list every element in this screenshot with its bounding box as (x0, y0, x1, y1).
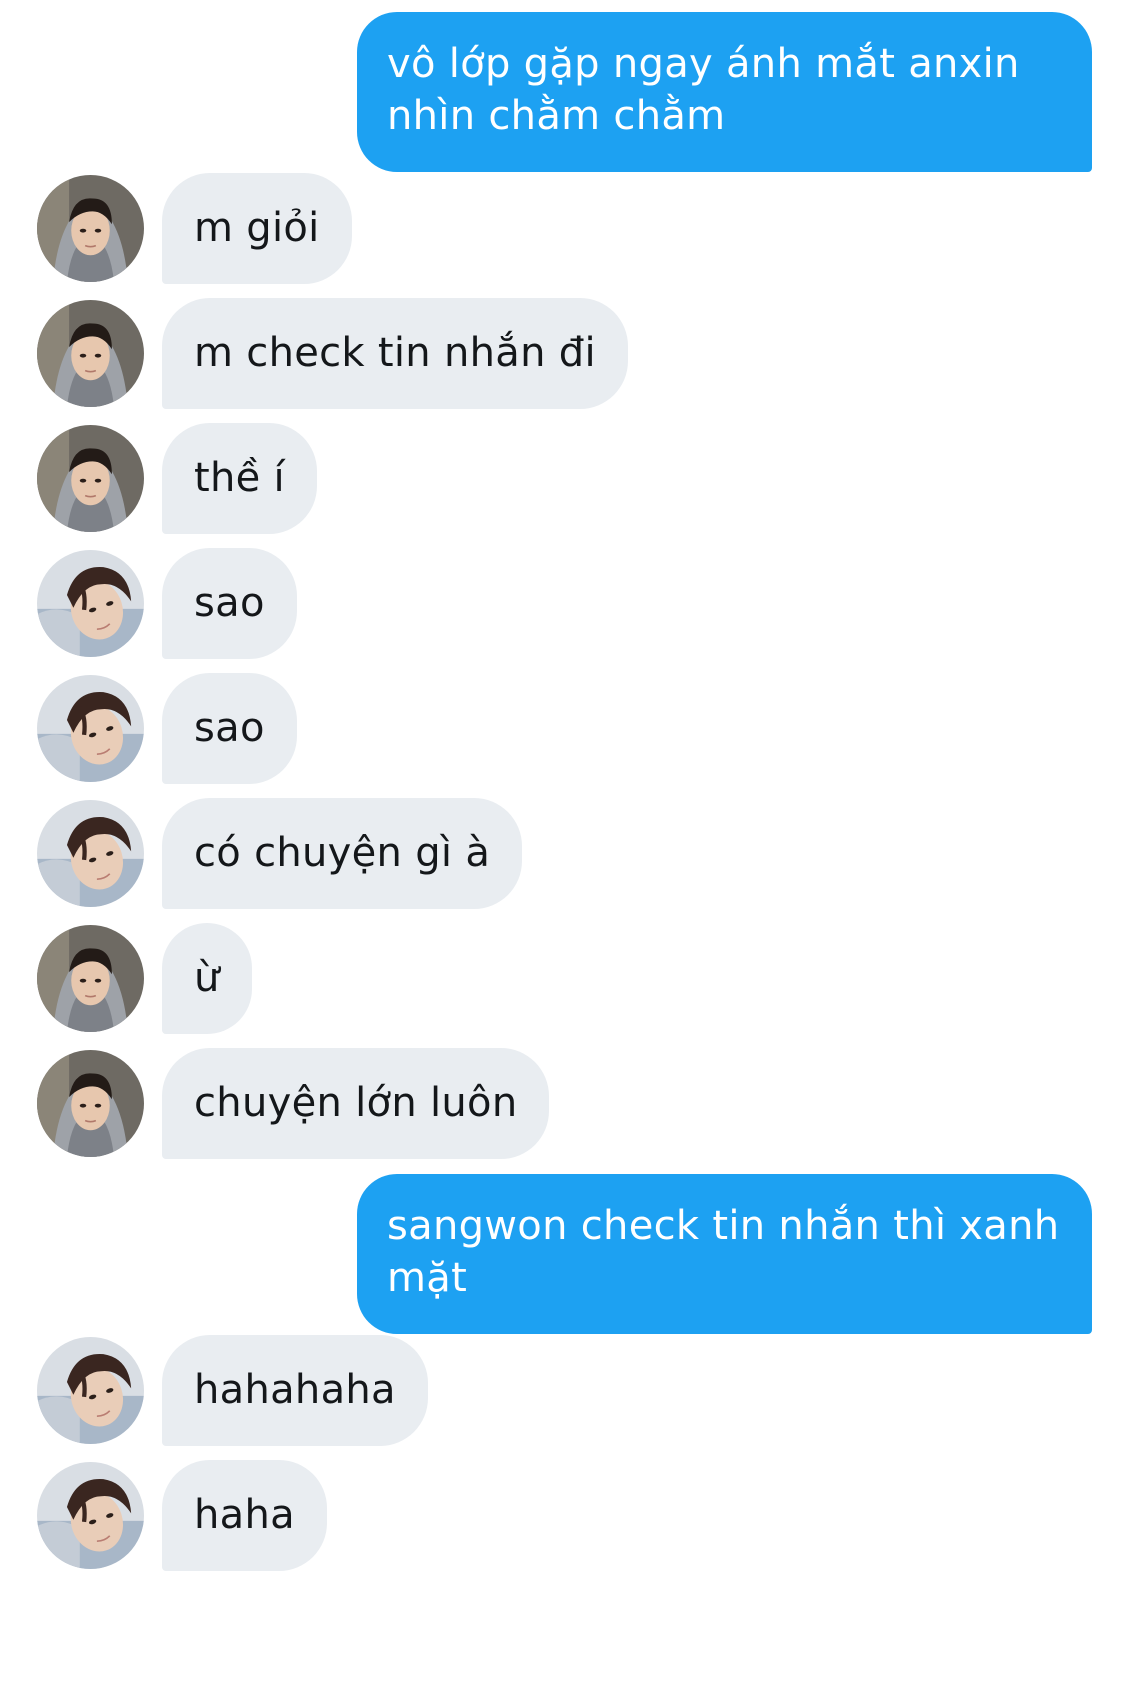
message-bubble[interactable]: ừ (162, 923, 252, 1034)
message-incoming: sao (0, 548, 1125, 659)
user-avatar-selfie-icon (37, 1462, 144, 1569)
avatar[interactable] (37, 800, 144, 907)
message-bubble[interactable]: m giỏi (162, 173, 352, 284)
message-bubble[interactable]: có chuyện gì à (162, 798, 523, 909)
message-outgoing: sangwon check tin nhắn thì xanh mặt (0, 1174, 1125, 1334)
avatar[interactable] (37, 300, 144, 407)
avatar[interactable] (37, 1050, 144, 1157)
user-avatar-selfie-icon (37, 550, 144, 657)
message-bubble[interactable]: sangwon check tin nhắn thì xanh mặt (357, 1174, 1092, 1334)
message-incoming: chuyện lớn luôn (0, 1048, 1125, 1159)
message-incoming: có chuyện gì à (0, 798, 1125, 909)
avatar[interactable] (37, 175, 144, 282)
message-bubble[interactable]: vô lớp gặp ngay ánh mắt anxin nhìn chằm … (357, 12, 1092, 172)
message-bubble[interactable]: haha (162, 1460, 327, 1571)
message-bubble[interactable]: sao (162, 548, 297, 659)
user-avatar-selfie-icon (37, 1337, 144, 1444)
avatar[interactable] (37, 925, 144, 1032)
message-bubble[interactable]: thề í (162, 423, 317, 534)
chat-thread: vô lớp gặp ngay ánh mắt anxin nhìn chằm … (0, 0, 1125, 1692)
message-bubble[interactable]: sao (162, 673, 297, 784)
avatar[interactable] (37, 550, 144, 657)
avatar[interactable] (37, 425, 144, 532)
avatar[interactable] (37, 675, 144, 782)
message-bubble[interactable]: m check tin nhắn đi (162, 298, 628, 409)
user-avatar-hooded-icon (37, 1050, 144, 1157)
avatar[interactable] (37, 1337, 144, 1444)
message-bubble[interactable]: hahahaha (162, 1335, 428, 1446)
avatar[interactable] (37, 1462, 144, 1569)
message-incoming: thề í (0, 423, 1125, 534)
message-incoming: sao (0, 673, 1125, 784)
user-avatar-hooded-icon (37, 425, 144, 532)
message-incoming: haha (0, 1460, 1125, 1571)
user-avatar-selfie-icon (37, 675, 144, 782)
message-incoming: hahahaha (0, 1335, 1125, 1446)
message-outgoing: vô lớp gặp ngay ánh mắt anxin nhìn chằm … (0, 12, 1125, 172)
message-incoming: ừ (0, 923, 1125, 1034)
user-avatar-hooded-icon (37, 175, 144, 282)
user-avatar-hooded-icon (37, 925, 144, 1032)
message-incoming: m giỏi (0, 173, 1125, 284)
message-incoming: m check tin nhắn đi (0, 298, 1125, 409)
user-avatar-hooded-icon (37, 300, 144, 407)
user-avatar-selfie-icon (37, 800, 144, 907)
message-bubble[interactable]: chuyện lớn luôn (162, 1048, 550, 1159)
